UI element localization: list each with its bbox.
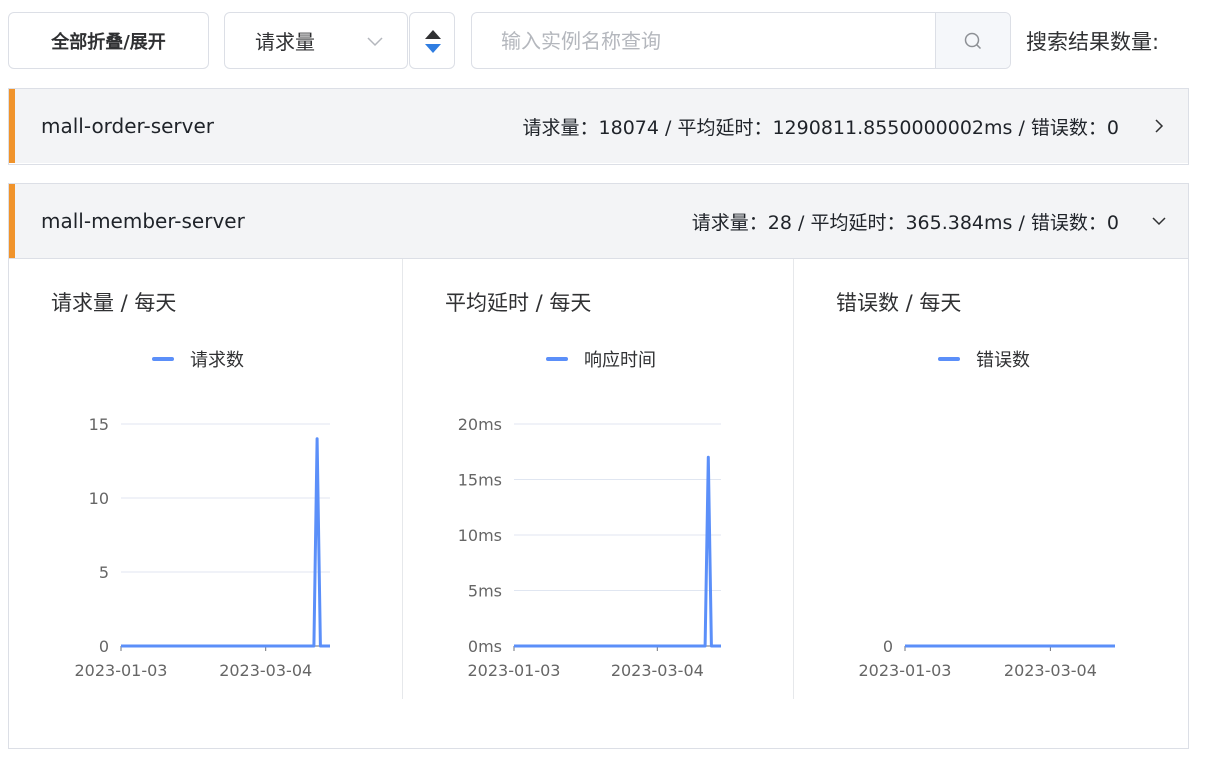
instance-stats: 请求量：18074 / 平均延时：1290811.8550000002ms / …: [522, 116, 1119, 139]
toolbar: 全部折叠/展开 请求量 搜索结果数量:: [0, 0, 1209, 80]
y-tick-label: 10ms: [458, 526, 502, 545]
x-tick-label: 2023-03-04: [611, 661, 704, 680]
y-tick-label: 0ms: [468, 637, 502, 656]
instance-panel-header[interactable]: mall-order-server 请求量：18074 / 平均延时：12908…: [9, 89, 1188, 163]
search-button[interactable]: [935, 13, 1010, 68]
y-tick-label: 5ms: [468, 582, 502, 601]
chevron-down-icon: [367, 37, 383, 47]
instance-panel: mall-order-server 请求量：18074 / 平均延时：12908…: [8, 88, 1189, 165]
metric-select-value: 请求量: [255, 30, 315, 54]
instance-name: mall-order-server: [41, 114, 215, 138]
instance-stats: 请求量：28 / 平均延时：365.384ms / 错误数：0: [691, 211, 1119, 234]
series-line: [121, 437, 330, 648]
instance-panel: mall-member-server 请求量：28 / 平均延时：365.384…: [8, 183, 1189, 749]
requests-chart-plot: 0 5 10 15 2023-01-03 2023-03-04: [75, 415, 330, 680]
latency-chart: 平均延时 / 每天 响应时间 0ms 5ms 10ms 15ms 20ms 2023-01…: [403, 259, 794, 699]
errors-chart-plot: 0 2023-01-03 2023-03-04: [859, 637, 1115, 680]
series-line: [514, 455, 721, 648]
sort-descending-icon[interactable]: [425, 44, 441, 53]
sort-ascending-icon[interactable]: [425, 30, 441, 39]
instance-panel-header[interactable]: mall-member-server 请求量：28 / 平均延时：365.384…: [9, 184, 1188, 258]
x-tick-label: 2023-03-04: [1004, 661, 1097, 680]
y-tick-label: 20ms: [458, 415, 502, 434]
y-tick-label: 15: [89, 415, 109, 434]
y-tick-label: 15ms: [458, 471, 502, 490]
instance-name: mall-member-server: [41, 209, 245, 233]
search-icon: [964, 32, 982, 49]
metric-select[interactable]: 请求量: [224, 12, 408, 69]
chevron-down-icon[interactable]: [1150, 212, 1168, 230]
latency-chart-plot: 0ms 5ms 10ms 15ms 20ms 2023-01-03 2023-03-04: [458, 415, 721, 680]
x-tick-label: 2023-01-03: [859, 661, 952, 680]
x-tick-label: 2023-03-04: [219, 661, 312, 680]
collapse-all-button[interactable]: 全部折叠/展开: [8, 12, 209, 69]
sort-toggle[interactable]: [409, 12, 455, 69]
instance-charts: 请求量 / 每天 请求数 0 5 10 15 2023-01-03 2023-03-04 …: [9, 258, 1188, 748]
y-tick-label: 5: [99, 563, 109, 582]
x-tick-label: 2023-01-03: [468, 661, 561, 680]
y-tick-label: 0: [99, 637, 109, 656]
result-count-label: 搜索结果数量:: [1026, 29, 1160, 54]
errors-chart: 错误数 / 每天 错误数 0 2023-01-03 2023-03-04: [794, 259, 1188, 699]
x-tick-label: 2023-01-03: [75, 661, 168, 680]
y-tick-label: 10: [89, 489, 109, 508]
search-input[interactable]: [473, 14, 936, 67]
search-box: [471, 12, 1011, 69]
requests-chart: 请求量 / 每天 请求数 0 5 10 15 2023-01-03 2023-03-04: [9, 259, 403, 699]
y-tick-label: 0: [883, 637, 893, 656]
chevron-right-icon[interactable]: [1150, 117, 1168, 135]
